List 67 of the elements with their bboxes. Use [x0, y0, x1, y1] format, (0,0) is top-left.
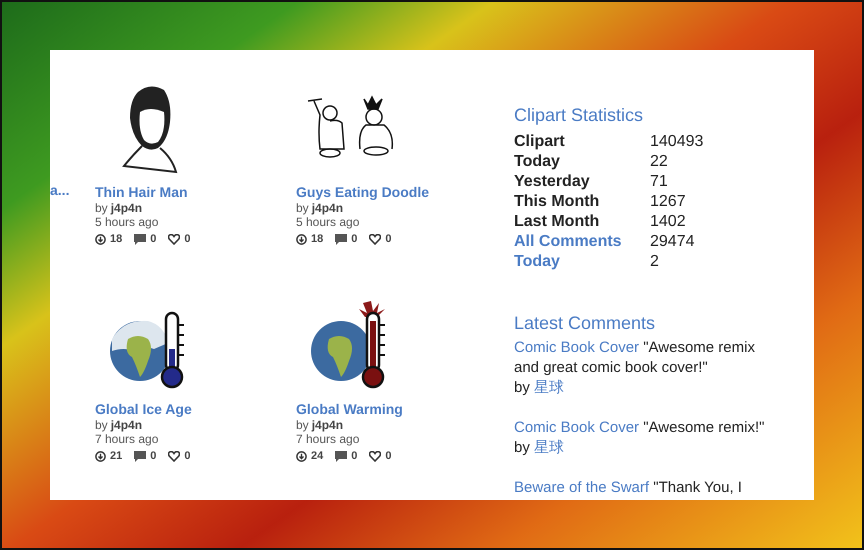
- section-heading: Clipart Statistics: [514, 104, 644, 126]
- clipart-title-link[interactable]: Global Warming: [296, 401, 403, 418]
- upload-time: 5 hours ago: [95, 215, 158, 229]
- stat-value: 140493: [650, 132, 704, 152]
- by-label: by: [296, 201, 309, 215]
- download-count: 18: [311, 233, 324, 245]
- like-count: 0: [385, 233, 392, 245]
- upload-time: 7 hours ago: [95, 432, 158, 446]
- clipart-title-link[interactable]: Global Ice Age: [95, 401, 192, 418]
- author-link[interactable]: j4p4n: [312, 201, 344, 215]
- stat-label-link[interactable]: Today: [514, 252, 650, 272]
- comment-icon: [134, 450, 146, 462]
- like-count: 0: [385, 450, 392, 462]
- author-link[interactable]: j4p4n: [312, 418, 344, 432]
- clipart-link[interactable]: Beware of the Swarf: [514, 479, 650, 496]
- stat-value: 29474: [650, 232, 694, 252]
- section-heading: Latest Comments: [514, 312, 656, 334]
- download-count: 24: [311, 450, 324, 462]
- like-count: 0: [184, 233, 190, 245]
- heart-icon: [168, 450, 180, 462]
- stat-value: 2: [650, 252, 659, 272]
- author-link[interactable]: j4p4n: [110, 201, 142, 215]
- clipart-title-link[interactable]: Thin Hair Man: [95, 184, 188, 201]
- stat-value: 71: [650, 172, 668, 192]
- stat-label: This Month: [514, 192, 600, 212]
- stat-value: 22: [650, 152, 668, 172]
- download-icon: [95, 234, 106, 244]
- comment-count: 0: [351, 450, 358, 462]
- commenter-link[interactable]: 星球: [534, 378, 564, 398]
- heart-icon: [369, 450, 382, 462]
- download-count: 18: [110, 233, 122, 245]
- comment-count: 0: [351, 233, 358, 245]
- upload-time: 5 hours ago: [296, 215, 360, 229]
- comment-text: Comic Book Cover "Awesome remix!": [514, 418, 766, 438]
- stat-label: Clipart: [514, 132, 566, 152]
- comment-icon: [335, 450, 348, 462]
- clipart-link[interactable]: Comic Book Cover: [514, 339, 640, 356]
- comment-text: Beware of the Swarf "Thank You, I: [514, 478, 743, 498]
- clipart-title-link[interactable]: Guys Eating Doodle: [296, 184, 430, 201]
- download-count: 21: [110, 450, 122, 462]
- comment-text: Comic Book Cover "Awesome remix and great comic book cover!": [514, 338, 756, 378]
- by-label: by: [95, 201, 108, 215]
- like-count: 0: [184, 450, 190, 462]
- download-icon: [95, 450, 106, 462]
- stat-label: Yesterday: [514, 172, 591, 192]
- by-label: by: [296, 418, 309, 432]
- by-label: by: [95, 418, 108, 432]
- heart-icon: [168, 234, 180, 244]
- download-icon: [296, 450, 307, 462]
- comment-icon: [335, 234, 348, 244]
- stat-label: Today: [514, 152, 561, 172]
- clipart-link[interactable]: Comic Book Cover: [514, 419, 640, 436]
- comment-count: 0: [150, 450, 156, 462]
- by-label: by: [514, 438, 530, 458]
- author-link[interactable]: j4p4n: [110, 418, 142, 432]
- commenter-link[interactable]: 星球: [534, 438, 564, 458]
- by-label: by: [514, 378, 530, 398]
- comment-count: 0: [150, 233, 156, 245]
- download-icon: [296, 234, 307, 244]
- comment-icon: [134, 234, 146, 244]
- stat-label-link[interactable]: All Comments: [514, 232, 650, 252]
- stat-value: 1402: [650, 212, 686, 232]
- upload-time: 7 hours ago: [296, 432, 360, 446]
- clipart-title-link[interactable]: a...: [50, 182, 70, 198]
- stat-label: Last Month: [514, 212, 600, 232]
- heart-icon: [369, 234, 382, 244]
- stat-value: 1267: [650, 192, 686, 212]
